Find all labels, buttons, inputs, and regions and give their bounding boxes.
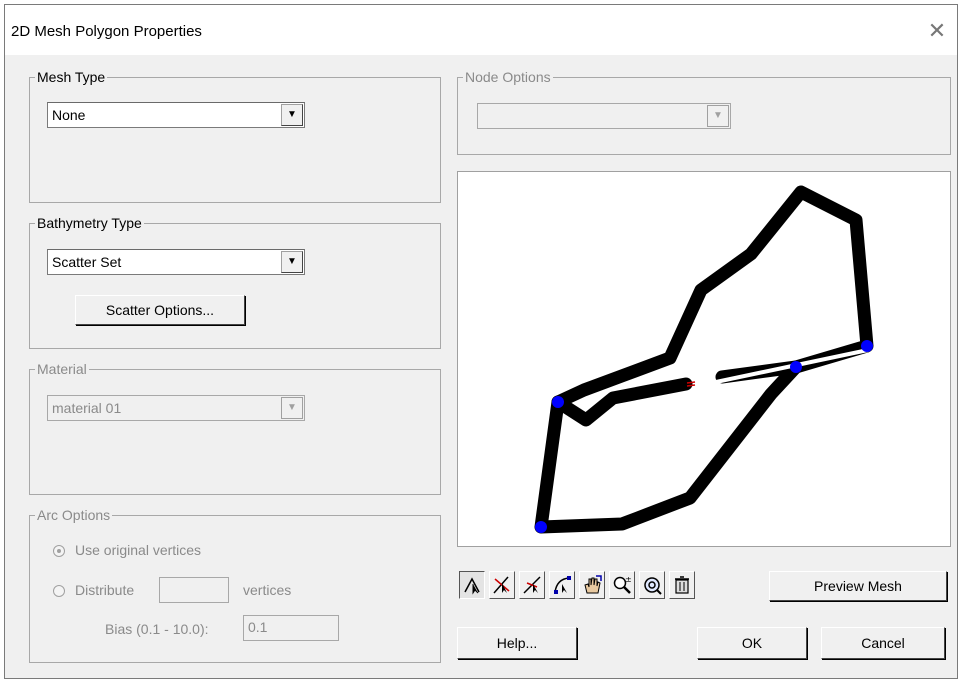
- distribute-radio[interactable]: [53, 585, 65, 597]
- select-vertex-icon[interactable]: [489, 571, 515, 599]
- material-value: material 01: [52, 400, 122, 416]
- title-bar: 2D Mesh Polygon Properties ✕: [5, 5, 957, 55]
- node-options-legend: Node Options: [465, 69, 551, 85]
- zoom-icon[interactable]: ±: [609, 571, 635, 599]
- help-button[interactable]: Help...: [457, 627, 577, 659]
- preview-mesh-button[interactable]: Preview Mesh: [769, 571, 947, 601]
- mesh-type-group: Mesh Type: [29, 69, 441, 203]
- node-vertex[interactable]: [861, 340, 873, 352]
- bias-label: Bias (0.1 - 10.0):: [105, 621, 209, 637]
- polygon-nodes: [535, 340, 873, 533]
- use-original-radio[interactable]: [53, 545, 65, 557]
- delete-icon[interactable]: [669, 571, 695, 599]
- svg-text:±: ±: [625, 575, 632, 584]
- node-vertex[interactable]: [552, 396, 564, 408]
- close-icon[interactable]: ✕: [925, 19, 949, 43]
- mesh-type-value: None: [52, 107, 86, 123]
- bathymetry-type-legend: Bathymetry Type: [37, 215, 142, 231]
- scatter-options-button[interactable]: Scatter Options...: [75, 295, 245, 325]
- material-legend: Material: [37, 361, 87, 377]
- pan-icon[interactable]: [579, 571, 605, 599]
- mesh-preview-area[interactable]: [457, 171, 951, 547]
- chevron-down-icon[interactable]: ▼: [281, 251, 303, 273]
- bathymetry-type-group: Bathymetry Type: [29, 215, 441, 349]
- ok-button[interactable]: OK: [697, 627, 807, 659]
- bathymetry-type-value: Scatter Set: [52, 254, 122, 270]
- mesh-type-select[interactable]: None ▼: [47, 102, 305, 128]
- use-original-label: Use original vertices: [75, 542, 202, 558]
- material-select[interactable]: material 01 ▼: [47, 395, 305, 421]
- mesh-type-legend: Mesh Type: [37, 69, 106, 85]
- bathymetry-type-select[interactable]: Scatter Set ▼: [47, 249, 305, 275]
- window-title: 2D Mesh Polygon Properties: [11, 23, 202, 40]
- frame-icon[interactable]: [639, 571, 665, 599]
- distribute-vertices-input[interactable]: [159, 577, 229, 603]
- distribute-label: Distribute: [75, 582, 135, 598]
- bias-input[interactable]: 0.1: [243, 615, 339, 641]
- material-group: Material: [29, 361, 441, 495]
- select-tool-icon[interactable]: [459, 571, 485, 599]
- arc-options-legend: Arc Options: [37, 507, 111, 523]
- create-arc-icon[interactable]: [549, 571, 575, 599]
- chevron-down-icon[interactable]: ▼: [281, 104, 303, 126]
- node-vertex[interactable]: [790, 361, 802, 373]
- vertices-label: vertices: [243, 582, 292, 598]
- chevron-down-icon[interactable]: ▼: [707, 105, 729, 127]
- cancel-button[interactable]: Cancel: [821, 627, 945, 659]
- dialog-window: 2D Mesh Polygon Properties ✕ Mesh Type N…: [4, 4, 958, 679]
- polygon-preview: [534, 185, 874, 534]
- node-options-select[interactable]: ▼: [477, 103, 731, 129]
- select-arc-icon[interactable]: [519, 571, 545, 599]
- chevron-down-icon[interactable]: ▼: [281, 397, 303, 419]
- node-vertex[interactable]: [535, 521, 547, 533]
